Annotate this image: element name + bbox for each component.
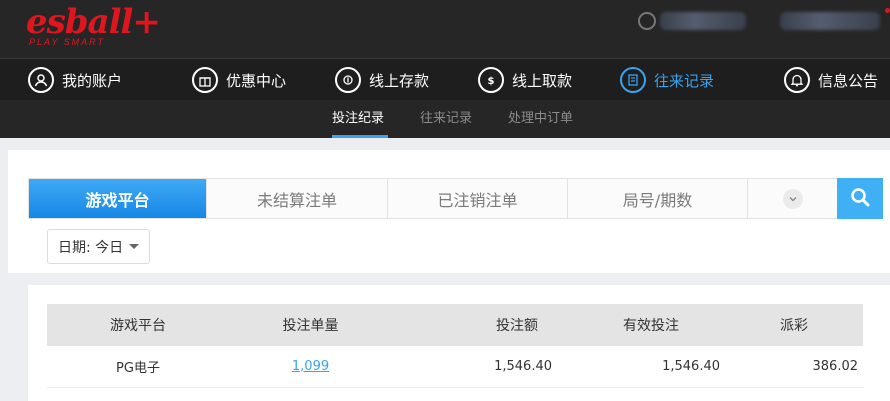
nav-label: 往来记录 (654, 71, 715, 90)
nav-item-promotions[interactable]: 优惠中心 (192, 59, 286, 101)
deposit-icon (335, 67, 361, 93)
main-nav: 我的账户 优惠中心 线上存款 $ 线上取款 往来记录 信息公告 (0, 58, 890, 100)
bet-count-link[interactable]: 1,099 (292, 359, 329, 374)
nav-item-records[interactable]: 往来记录 (620, 59, 714, 101)
account-balance-blurred (780, 12, 880, 30)
cell-platform: PG电子 (116, 361, 160, 376)
bell-icon (784, 67, 810, 93)
nav-label: 线上存款 (369, 71, 430, 90)
column-header-bet-amount: 投注额 (496, 318, 538, 334)
user-icon (28, 67, 54, 93)
records-icon (620, 67, 646, 93)
nav-label: 线上取款 (512, 71, 573, 90)
withdraw-icon: $ (478, 67, 504, 93)
cell-valid-bet: 1,546.40 (662, 359, 720, 374)
nav-item-withdraw[interactable]: $ 线上取款 (478, 59, 572, 101)
column-header-platform: 游戏平台 (110, 318, 166, 334)
account-avatar-icon[interactable] (638, 12, 656, 30)
account-name-blurred (660, 12, 746, 30)
chevron-down-icon (783, 188, 803, 209)
filter-tabs: 游戏平台 未结算注单 已注销注单 局号/期数 (28, 178, 883, 219)
table-row: PG电子 1,099 1,546.40 1,546.40 386.02 (47, 346, 863, 388)
subnav-transaction-records[interactable]: 往来记录 (420, 100, 472, 138)
cell-bet-count-link[interactable]: 1,099 (229, 346, 392, 387)
table-header: 游戏平台 投注单量 投注额 有效投注 派彩 (47, 304, 863, 346)
nav-item-my-account[interactable]: 我的账户 (28, 59, 122, 101)
caret-down-icon (129, 244, 140, 249)
subnav-bet-records[interactable]: 投注纪录 (332, 100, 384, 138)
subnav-pending-orders[interactable]: 处理中订单 (508, 100, 573, 138)
cell-payout: 386.02 (812, 359, 859, 374)
tab-cancelled-bets[interactable]: 已注销注单 (388, 179, 568, 218)
nav-label: 信息公告 (818, 71, 879, 90)
active-tab-underline (332, 135, 388, 138)
nav-label: 我的账户 (62, 71, 123, 90)
column-header-valid-bet: 有效投注 (623, 318, 679, 334)
cell-bet-amount: 1,546.40 (494, 359, 552, 374)
nav-item-deposit[interactable]: 线上存款 (335, 59, 429, 101)
more-tabs-button[interactable] (748, 179, 838, 218)
gift-icon (192, 67, 218, 93)
brand-logo[interactable]: esball+ PLAY SMART (26, 2, 161, 47)
sub-nav: 投注纪录 往来记录 处理中订单 (0, 100, 890, 138)
column-header-bet-count: 投注单量 (282, 318, 339, 334)
top-header: esball+ PLAY SMART (0, 0, 890, 58)
search-button[interactable] (837, 178, 883, 219)
search-icon (850, 187, 870, 211)
notification-dot (885, 8, 890, 13)
column-header-payout: 派彩 (780, 318, 808, 334)
date-filter-label: 日期: 今日 (58, 239, 124, 256)
bet-summary-table: 游戏平台 投注单量 投注额 有效投注 派彩 PG电子 1,099 1,546.4… (47, 304, 863, 388)
tab-round-number[interactable]: 局号/期数 (568, 179, 748, 218)
logo-text: esball+ (26, 2, 161, 42)
svg-text:$: $ (488, 76, 495, 87)
date-filter-select[interactable]: 日期: 今日 (47, 229, 150, 264)
nav-item-announcements[interactable]: 信息公告 (784, 59, 878, 101)
tab-game-platform[interactable]: 游戏平台 (29, 179, 207, 218)
nav-label: 优惠中心 (226, 71, 287, 90)
tab-unsettled-bets[interactable]: 未结算注单 (207, 179, 388, 218)
